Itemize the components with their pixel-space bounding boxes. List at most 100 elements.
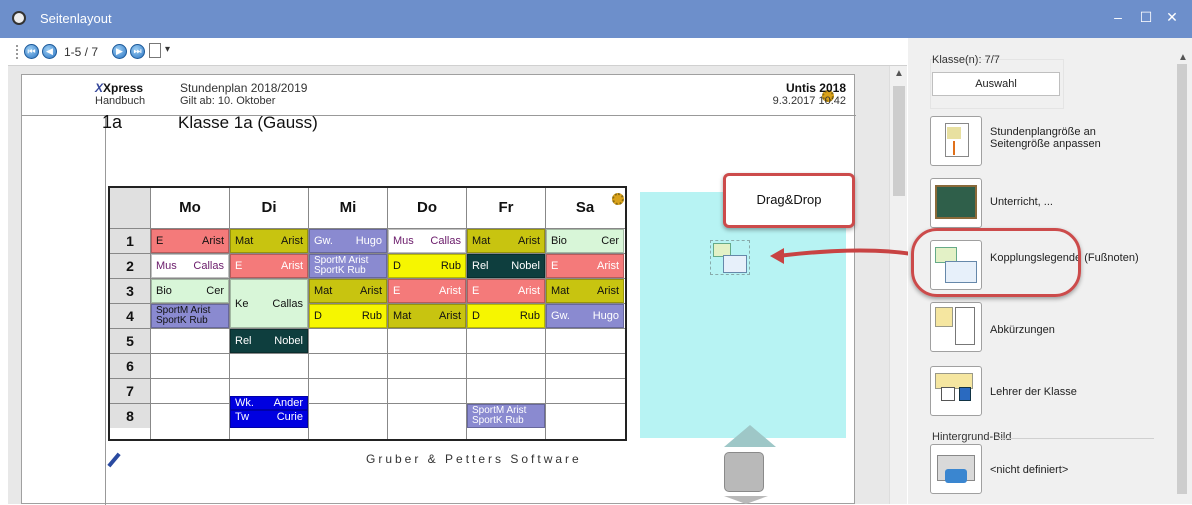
lesson-cell[interactable]: Mat Arist: [388, 304, 466, 328]
right-scroll-thumb[interactable]: [1177, 64, 1187, 494]
lesson-cell[interactable]: Mat Arist: [309, 279, 387, 303]
lesson-cell[interactable]: D Rub: [388, 254, 466, 278]
lesson-cell[interactable]: Tw Curie: [230, 410, 308, 428]
scroll-up-icon[interactable]: ▲: [894, 68, 904, 79]
lesson-teacher: Arist: [281, 260, 303, 272]
class-teachers-item[interactable]: Lehrer der Klasse: [930, 366, 1180, 422]
preview-vertical-scrollbar[interactable]: ▲: [889, 66, 907, 504]
lesson-subject: D: [472, 310, 480, 322]
lesson-cell[interactable]: Mat Arist: [230, 229, 308, 253]
document-icon[interactable]: [149, 43, 161, 58]
window-title: Seitenlayout: [40, 11, 112, 26]
lessons-item[interactable]: Unterricht, ...: [930, 178, 1180, 234]
lesson-cell[interactable]: Mus Callas: [388, 229, 466, 253]
lesson-subject: E: [472, 285, 480, 297]
lesson-cell[interactable]: Gw. Hugo: [309, 229, 387, 253]
document-dropdown-arrow[interactable]: ▾: [165, 44, 170, 55]
lesson-cell[interactable]: E Arist: [467, 279, 545, 303]
day-header-do: Do: [417, 199, 437, 216]
page-indicator: 1-5 / 7: [64, 45, 99, 59]
lesson-subject: Rel: [472, 260, 489, 272]
toolbar: ⏮ ◀ 1-5 / 7 ▶ ⏭ ▾: [8, 38, 907, 66]
background-image-value: <nicht definiert>: [990, 464, 1069, 476]
timetable-grid[interactable]: Mo Di Mi Do Fr Sa 1 2 3 4 5 6 7 8 E Arist…: [108, 186, 627, 441]
lesson-teacher: Arist: [597, 260, 619, 272]
next-page-button[interactable]: ▶: [112, 44, 127, 59]
lesson-cell[interactable]: E Arist: [230, 254, 308, 278]
lesson-subject: D: [393, 260, 401, 272]
lesson-subject: Mat: [314, 285, 333, 297]
lesson-cell[interactable]: E Arist: [388, 279, 466, 303]
abbreviations-icon: [930, 302, 982, 352]
close-button[interactable]: ✕: [1162, 9, 1182, 26]
previous-page-button[interactable]: ◀: [42, 44, 57, 59]
lesson-cell[interactable]: D Rub: [309, 304, 387, 328]
lesson-subject: Ke: [235, 297, 249, 310]
drag-handle[interactable]: [724, 452, 764, 492]
page-footer: Gruber & Petters Software: [366, 452, 582, 466]
app-icon: [12, 11, 26, 25]
class-teachers-label: Lehrer der Klasse: [990, 386, 1077, 398]
lesson-cell[interactable]: Rel Nobel: [230, 329, 308, 353]
lesson-cell[interactable]: Mat Arist: [467, 229, 545, 253]
lesson-cell[interactable]: Rel Nobel: [467, 254, 545, 278]
lesson-cell[interactable]: SportM Arist SportK Rub: [467, 404, 545, 428]
corner-cell: [110, 188, 150, 228]
hour-header: 7: [110, 379, 150, 403]
lesson-subject: Gw.: [551, 310, 570, 322]
lesson-subject: Bio: [551, 235, 567, 247]
lesson-cell[interactable]: E Arist: [151, 229, 229, 253]
lesson-cell[interactable]: Bio Cer: [151, 279, 229, 303]
last-page-button[interactable]: ⏭: [130, 44, 145, 59]
background-image-item[interactable]: <nicht definiert>: [930, 444, 1180, 500]
drop-area[interactable]: [640, 192, 846, 438]
lesson-teacher: Callas: [272, 297, 303, 310]
lesson-teacher: Cer: [206, 285, 224, 297]
day-header-mi: Mi: [339, 199, 357, 216]
lessons-label: Unterricht, ...: [990, 196, 1053, 208]
group-divider: [998, 438, 1154, 439]
drag-drop-label: Drag&Drop: [756, 192, 822, 207]
toolbar-grip[interactable]: [16, 45, 18, 59]
lesson-cell[interactable]: E Arist: [546, 254, 624, 278]
lesson-cell[interactable]: Gw. Hugo: [546, 304, 624, 328]
fit-timetable-label: Stundenplangröße an Seitengröße anpassen: [990, 126, 1101, 150]
logo-text: Xpress: [103, 81, 144, 95]
lesson-cell[interactable]: SportM Arist SportK Rub: [151, 304, 229, 328]
lesson-subject: Gw.: [314, 235, 333, 247]
lesson-teacher: Callas: [193, 260, 224, 272]
hour-header: 5: [110, 329, 150, 353]
lesson-subject: Rel: [235, 335, 252, 347]
right-panel-scrollbar[interactable]: ▲: [1172, 38, 1192, 504]
abbreviations-item[interactable]: Abkürzungen: [930, 302, 1180, 358]
right-scroll-up-icon[interactable]: ▲: [1178, 52, 1188, 63]
fit-timetable-item[interactable]: Stundenplangröße an Seitengröße anpassen: [930, 116, 1180, 172]
lesson-cell[interactable]: Mus Callas: [151, 254, 229, 278]
lesson-cell[interactable]: SportM Arist SportK Rub: [309, 254, 387, 278]
select-button[interactable]: Auswahl: [932, 72, 1060, 96]
scroll-up-triangle-icon[interactable]: [724, 425, 776, 447]
lesson-teacher: Curie: [276, 411, 303, 423]
software-version: Untis 2018: [785, 81, 846, 95]
lesson-cell[interactable]: Bio Cer: [546, 229, 624, 253]
lesson-teacher: Nobel: [274, 335, 303, 347]
lesson-subject: Mus: [156, 260, 177, 272]
scroll-down-triangle-icon[interactable]: [724, 496, 768, 504]
lesson-teacher: SportK Rub: [472, 415, 524, 426]
drag-arrow-icon: [770, 248, 913, 264]
dropped-legend-icon[interactable]: [710, 240, 750, 275]
scroll-thumb[interactable]: [893, 86, 905, 196]
lesson-cell[interactable]: Wk. Ander: [230, 396, 308, 410]
first-page-button[interactable]: ⏮: [24, 44, 39, 59]
lesson-cell[interactable]: Mat Arist: [546, 279, 624, 303]
teachers-icon: [930, 366, 982, 416]
lesson-cell[interactable]: Ke Callas: [230, 279, 308, 328]
lesson-teacher: Callas: [430, 235, 461, 247]
valid-from-text: Gilt ab: 10. Oktober: [180, 95, 276, 107]
minimize-button[interactable]: –: [1108, 9, 1128, 25]
lesson-subject: Tw: [235, 411, 250, 423]
maximize-button[interactable]: ☐: [1136, 9, 1156, 26]
grid-gear-icon[interactable]: [612, 193, 624, 205]
lesson-cell[interactable]: D Rub: [467, 304, 545, 328]
lesson-subject: Wk.: [235, 397, 254, 409]
